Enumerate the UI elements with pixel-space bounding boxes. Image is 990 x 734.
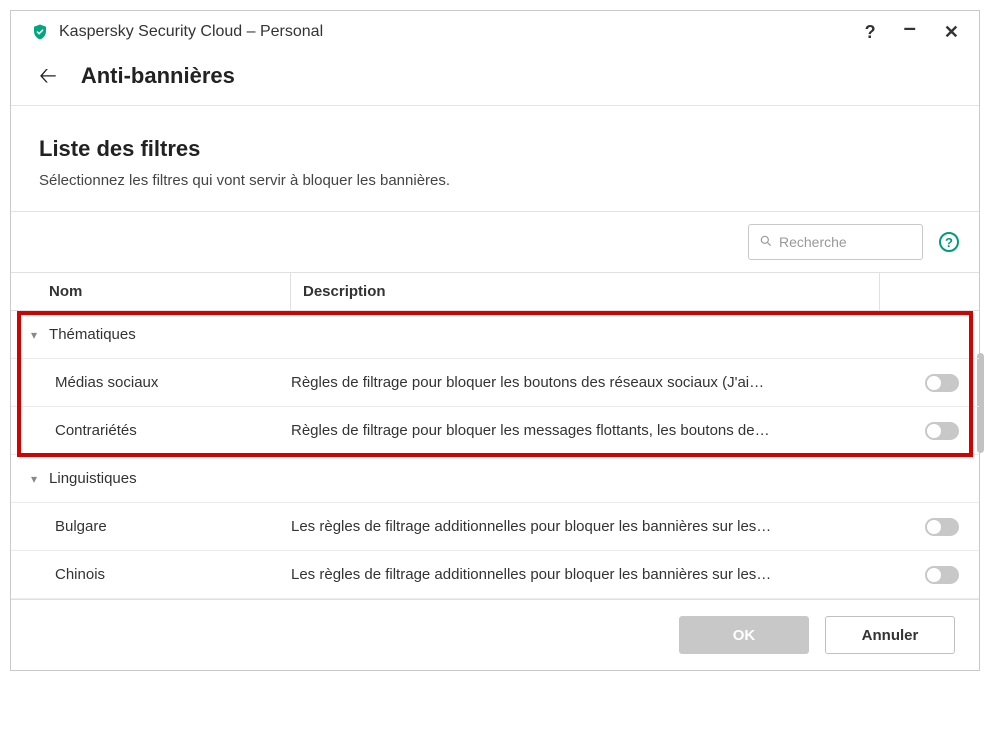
filter-row-medias-sociaux[interactable]: Médias sociaux Règles de filtrage pour b…: [11, 359, 979, 407]
page-title: Anti-bannières: [81, 63, 235, 89]
close-button[interactable]: ✕: [944, 23, 959, 41]
toggle-switch[interactable]: [925, 374, 959, 392]
titlebar: Kaspersky Security Cloud – Personal ? – …: [11, 11, 979, 49]
section-header: Liste des filtres Sélectionnez les filtr…: [11, 105, 979, 211]
section-heading: Liste des filtres: [39, 136, 951, 162]
search-input[interactable]: [779, 234, 912, 250]
help-button[interactable]: ?: [865, 23, 876, 41]
filter-name: Chinois: [55, 566, 291, 583]
column-header-toggle: [879, 273, 979, 310]
filter-description: Règles de filtrage pour bloquer les mess…: [291, 422, 925, 439]
subheader: 🡠 Anti-bannières: [11, 49, 979, 105]
cancel-button[interactable]: Annuler: [825, 616, 955, 654]
filter-row-contrarietes[interactable]: Contrariétés Règles de filtrage pour blo…: [11, 407, 979, 455]
back-arrow-icon[interactable]: 🡠: [39, 65, 57, 87]
toggle-switch[interactable]: [925, 422, 959, 440]
group-label: Thématiques: [49, 326, 136, 343]
toggle-switch[interactable]: [925, 518, 959, 536]
search-row: ?: [11, 211, 979, 272]
window-title: Kaspersky Security Cloud – Personal: [59, 23, 865, 41]
column-header-description[interactable]: Description: [291, 273, 879, 310]
filter-description: Règles de filtrage pour bloquer les bout…: [291, 374, 925, 391]
filter-list: ▾ Thématiques Médias sociaux Règles de f…: [11, 311, 979, 599]
minimize-button[interactable]: –: [904, 17, 916, 39]
shield-icon: [31, 23, 49, 41]
filter-row-bulgare[interactable]: Bulgare Les règles de filtrage additionn…: [11, 503, 979, 551]
group-label: Linguistiques: [49, 470, 137, 487]
group-row-thematiques[interactable]: ▾ Thématiques: [11, 311, 979, 359]
group-row-linguistiques[interactable]: ▾ Linguistiques: [11, 455, 979, 503]
filter-description: Les règles de filtrage additionnelles po…: [291, 518, 925, 535]
app-window: Kaspersky Security Cloud – Personal ? – …: [10, 10, 980, 671]
filter-name: Contrariétés: [55, 422, 291, 439]
filter-description: Les règles de filtrage additionnelles po…: [291, 566, 925, 583]
filter-name: Bulgare: [55, 518, 291, 535]
filter-name: Médias sociaux: [55, 374, 291, 391]
search-icon: [759, 234, 773, 251]
chevron-down-icon: ▾: [31, 472, 37, 486]
toggle-switch[interactable]: [925, 566, 959, 584]
section-description: Sélectionnez les filtres qui vont servir…: [39, 172, 951, 189]
filter-row-chinois[interactable]: Chinois Les règles de filtrage additionn…: [11, 551, 979, 599]
window-controls: ? – ✕: [865, 21, 959, 43]
footer: OK Annuler: [11, 599, 979, 670]
table-header: Nom Description: [11, 272, 979, 311]
context-help-icon[interactable]: ?: [939, 232, 959, 252]
ok-button[interactable]: OK: [679, 616, 809, 654]
search-box[interactable]: [748, 224, 923, 260]
chevron-down-icon: ▾: [31, 328, 37, 342]
column-header-name[interactable]: Nom: [11, 273, 291, 310]
